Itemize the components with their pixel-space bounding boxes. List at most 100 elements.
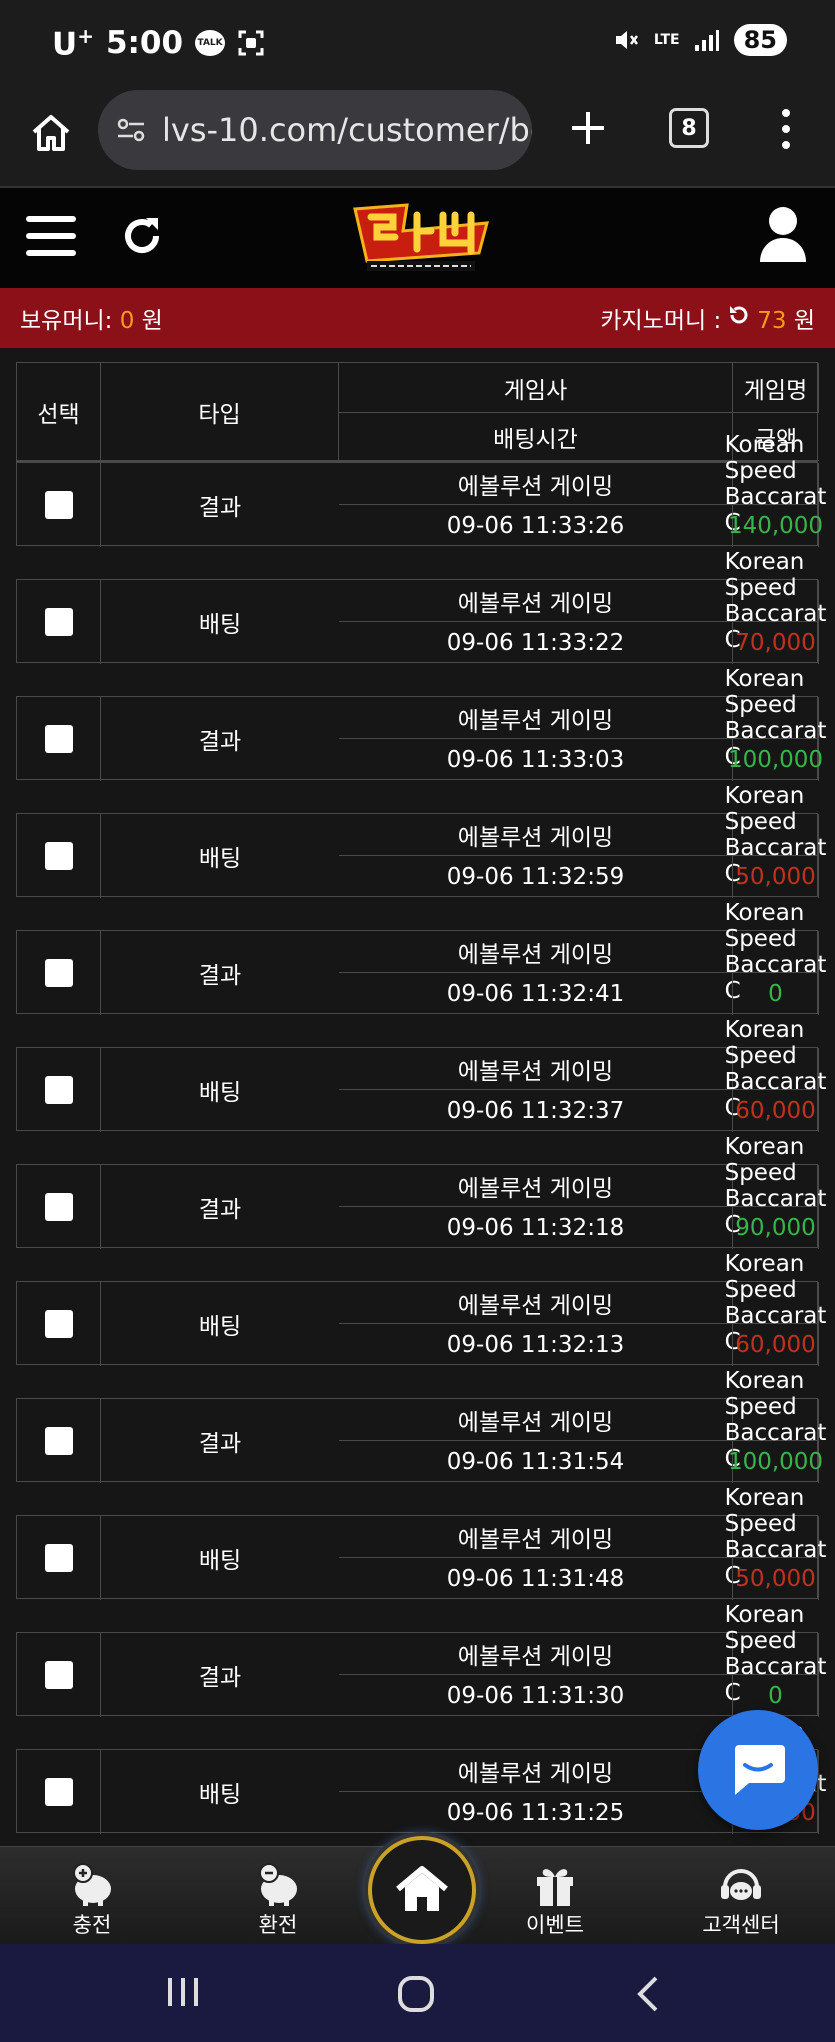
row-select-cell [17,580,101,664]
nav-event[interactable]: 이벤트 [490,1853,620,1939]
kakaotalk-icon: TALK [195,30,226,57]
row-provider: 에볼루션 게이밍 [339,1516,733,1558]
row-provider: 에볼루션 게이밍 [339,1399,733,1441]
casino-money-refresh-icon[interactable] [727,303,751,333]
row-select-cell [17,1048,101,1132]
row-select-cell [17,1282,101,1366]
table-row: 에볼루션 게이밍Korean Speed Baccarat C 배팅 09-06 1… [16,549,826,664]
recent-apps-icon[interactable] [166,1974,200,2014]
row-game-name: Korean Speed Baccarat C [724,782,827,887]
row-bet-time: 09-06 11:33:26 [339,505,733,547]
menu-icon[interactable] [26,214,76,258]
row-provider: 에볼루션 게이밍 [339,931,733,973]
refresh-icon[interactable] [118,212,166,260]
row-bet-time: 09-06 11:31:25 [339,1792,733,1834]
nav-withdraw[interactable]: 환전 [213,1853,343,1939]
address-bar[interactable]: lvs-10.com/customer/be [98,90,532,170]
system-home-icon[interactable] [396,1974,436,2018]
row-checkbox[interactable] [44,1310,73,1338]
row-checkbox[interactable] [44,608,73,636]
row-provider: 에볼루션 게이밍 [339,1048,733,1090]
table-row: 에볼루션 게이밍 Korean Speed Baccarat C 결과 09-06 1… [16,900,826,1015]
row-checkbox[interactable] [44,725,73,753]
piggy-bank-plus-icon [27,1853,157,1907]
row-select-cell [17,1165,101,1249]
row-type: 결과 [198,495,242,521]
record-list: 에볼루션 게이밍 Korean Speed Baccarat C 결과 09-06 1… [16,431,827,1834]
browser-home-icon[interactable] [28,110,74,156]
row-type: 배팅 [198,1080,242,1106]
row-checkbox[interactable] [44,1778,73,1806]
table-row: 에볼루션 게이밍 Korean Speed Baccarat C 결과 09-06 1… [16,666,826,781]
tab-switcher-button[interactable]: 8 [669,108,709,148]
col-bet-time: 배팅시간 [339,413,733,461]
col-type: 타입 [101,363,339,461]
betting-history: 선택 게임사 게임명 타입 배팅시간 금액 에볼루션 게이밍 Korean Spe… [16,362,827,1866]
row-provider: 에볼루션 게이밍 [339,697,733,739]
row-game-name: Korean Speed Baccarat C [724,1484,827,1589]
network-type: LTE [653,32,680,48]
new-tab-icon[interactable] [566,106,610,150]
col-select: 선택 [17,363,101,461]
status-bar: U+ 5:00 TALK LTE 85 [0,0,835,88]
row-provider: 에볼루션 게이밍 [339,1165,733,1207]
table-row: 에볼루션 게이밍 Korean Speed Baccarat C 결과 09-06 1… [16,1368,826,1483]
row-type: 결과 [198,1197,242,1223]
site-settings-icon[interactable] [114,113,148,147]
row-select-cell [17,1399,101,1483]
col-provider: 게임사 [339,363,733,413]
row-type: 배팅 [198,846,242,872]
row-amount: 60,000 [733,1324,819,1366]
row-amount: 60,000 [733,1090,819,1132]
col-game-name: 게임명 [733,363,819,413]
row-amount: 50,000 [733,856,819,898]
row-game-name: Korean Speed Baccarat C [724,431,827,536]
row-game-name: Korean Speed Baccarat C [724,1016,827,1121]
screenshot-icon [237,29,265,57]
row-bet-time: 09-06 11:33:22 [339,622,733,664]
row-bet-time: 09-06 11:32:37 [339,1090,733,1132]
row-type: 배팅 [198,1548,242,1574]
row-game-name: Korean Speed Baccarat C [724,1133,827,1238]
row-provider: 에볼루션 게이밍 [339,814,733,856]
row-provider: 에볼루션 게이밍 [339,463,733,505]
row-checkbox[interactable] [44,959,73,987]
row-checkbox[interactable] [44,1661,73,1689]
row-bet-time: 09-06 11:31:54 [339,1441,733,1483]
row-checkbox[interactable] [44,1076,73,1104]
row-type: 결과 [198,1431,242,1457]
row-provider: 에볼루션 게이밍 [339,1633,733,1675]
row-select-cell [17,697,101,781]
nav-home-button[interactable] [368,1836,476,1944]
overflow-menu-icon[interactable] [776,106,796,152]
table-header: 선택 게임사 게임명 타입 배팅시간 금액 [16,362,819,462]
chat-bubble-icon [735,1745,785,1795]
gift-icon [490,1853,620,1907]
row-type: 결과 [198,1665,242,1691]
row-amount: 90,000 [733,1207,819,1249]
row-checkbox[interactable] [44,1193,73,1221]
nav-deposit[interactable]: 충전 [27,1853,157,1939]
site-logo[interactable] [347,201,497,275]
casino-money-value: 73 [757,308,787,334]
nav-support[interactable]: 고객센터 [676,1853,806,1939]
table-row: 에볼루션 게이밍Korean Speed Baccarat C 배팅 09-06 1… [16,1016,827,1132]
row-checkbox[interactable] [44,842,73,870]
row-checkbox[interactable] [44,1544,73,1572]
user-account-icon[interactable] [758,206,808,264]
row-checkbox[interactable] [44,1427,73,1455]
site-header [0,188,835,288]
url-text: lvs-10.com/customer/be [162,111,532,149]
home-icon [396,1866,448,1911]
back-icon[interactable] [634,1974,662,2018]
live-chat-button[interactable] [698,1710,818,1830]
table-row: 에볼루션 게이밍 Korean Speed Baccarat C 결과 09-06 1… [16,1133,827,1249]
holding-money: 보유머니: 0 원 [20,308,163,334]
row-bet-time: 09-06 11:31:30 [339,1675,733,1717]
row-bet-time: 09-06 11:32:13 [339,1324,733,1366]
row-type: 결과 [198,963,242,989]
row-type: 배팅 [198,1314,242,1340]
row-checkbox[interactable] [44,491,73,519]
row-bet-time: 09-06 11:31:48 [339,1558,733,1600]
row-provider: 에볼루션 게이밍 [339,1750,733,1792]
